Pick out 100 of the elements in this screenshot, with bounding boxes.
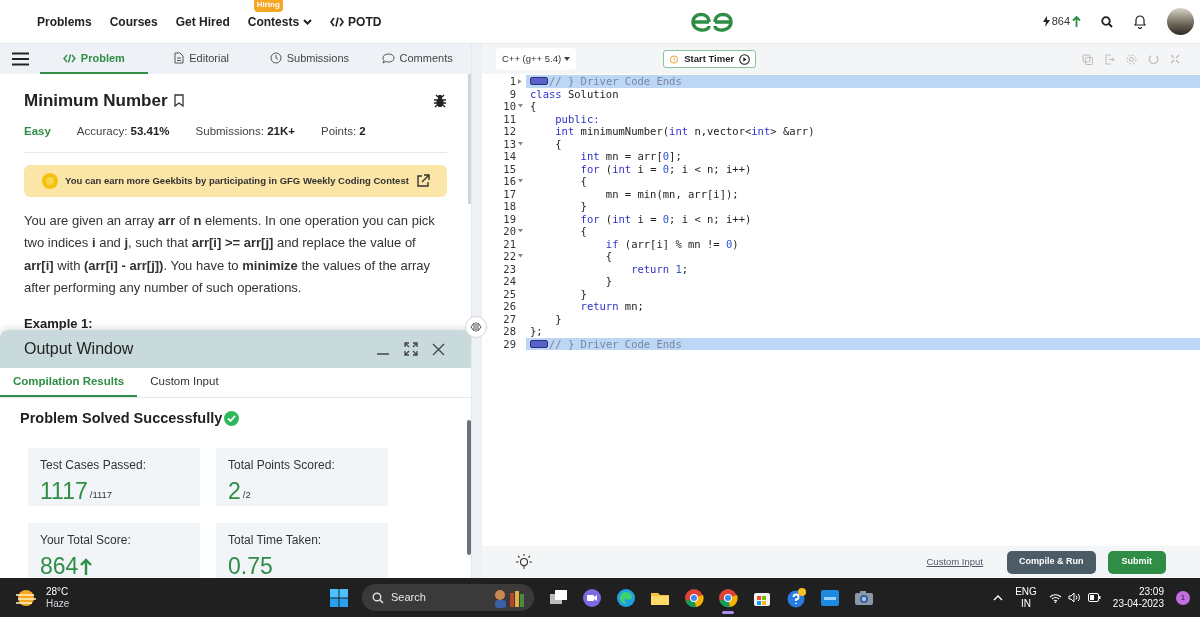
volume-icon[interactable]	[1067, 592, 1082, 603]
line-number: 14	[503, 150, 516, 163]
line-number: 21	[503, 237, 516, 250]
browser-icon[interactable]	[616, 587, 636, 608]
arrow-up-icon	[1072, 16, 1081, 27]
fold-arrow-icon[interactable]	[518, 179, 523, 184]
contest-banner[interactable]: You can earn more Geekbits by participating in GFG Weekly Coding Contest	[24, 164, 447, 197]
fold-arrow-icon[interactable]	[518, 104, 523, 109]
line-number: 22	[503, 250, 516, 263]
scrollbar-thumb[interactable]	[467, 420, 471, 555]
stat-total: /1117	[89, 487, 113, 502]
bug-icon[interactable]	[433, 93, 447, 108]
comment-icon	[381, 52, 395, 64]
problem-tab[interactable]: Submissions	[255, 44, 364, 74]
stat-value: 0.75	[228, 552, 273, 578]
line-number: 29	[503, 337, 516, 350]
expand-icon[interactable]	[404, 342, 418, 356]
weather-condition: Haze	[46, 597, 70, 610]
success-message: Problem Solved Successfully	[20, 409, 223, 428]
problem-tab[interactable]: Editorial	[147, 44, 256, 74]
line-number: 17	[503, 187, 516, 200]
geekbits-count: 864	[1051, 14, 1070, 30]
browser-icon[interactable]	[684, 587, 704, 608]
arrow-up-icon	[80, 557, 93, 576]
help-icon[interactable]	[786, 587, 806, 608]
output-window-title: Output Window	[24, 339, 134, 359]
app-icon[interactable]	[820, 587, 840, 608]
stat-label: Total Time Taken:	[228, 531, 323, 549]
search-icon[interactable]	[1101, 15, 1113, 28]
problem-tab[interactable]: Problem	[40, 44, 148, 74]
submit-button[interactable]: Submit	[1107, 550, 1166, 574]
fold-arrow-icon[interactable]	[518, 254, 523, 259]
nav-link[interactable]: Problems	[37, 12, 92, 31]
search-placeholder: Search	[391, 590, 426, 606]
fold-arrow-icon[interactable]	[518, 229, 523, 234]
line-number: 24	[503, 275, 516, 288]
folded-code-marker[interactable]	[530, 339, 548, 348]
browser-icon[interactable]	[718, 587, 738, 608]
compile-run-button[interactable]: Compile & Run	[1007, 550, 1096, 574]
language-code: ENG	[1015, 585, 1037, 598]
wifi-icon[interactable]	[1048, 592, 1062, 603]
nav-link[interactable]: Contests	[247, 12, 313, 31]
problem-description: You are given an array arr of n elements. In one operation you can pick two indices i and j, such that arr[i] >= arr[j] and replace the value of arr[i] with (arr[i] - arr[j]). You have to minimize the values of the array after performing any number of such operations.	[24, 211, 436, 298]
fold-arrow-icon[interactable]	[518, 141, 523, 146]
search-icon	[372, 591, 384, 604]
output-tab[interactable]: Custom Input	[137, 368, 232, 397]
chevron-down-icon	[303, 18, 313, 25]
taskbar-search-field[interactable]: Search	[362, 584, 534, 611]
line-number: 1	[509, 75, 516, 88]
code-icon	[62, 53, 76, 63]
problem-title: Minimum Number	[24, 90, 168, 112]
stat-label: Test Cases Passed:	[40, 456, 148, 474]
code-line: mn = min(mn, arr[i]);	[604, 187, 739, 200]
code-line: class Solution	[530, 87, 619, 100]
problem-tab[interactable]: Comments	[363, 44, 471, 74]
start-timer-button[interactable]: Start Timer	[663, 50, 757, 68]
video-chat-icon[interactable]	[582, 587, 602, 608]
folded-code-marker[interactable]	[530, 77, 548, 86]
nav-link[interactable]: POTD	[330, 12, 382, 31]
code-line: }	[604, 275, 613, 288]
region-code: IN	[1021, 597, 1031, 610]
temperature: 28°C	[46, 585, 70, 598]
search-highlight-icon	[492, 587, 526, 608]
line-number: 11	[503, 112, 516, 125]
weather-haze-icon[interactable]	[14, 587, 38, 608]
menu-icon[interactable]	[11, 52, 29, 66]
line-number: 15	[503, 162, 516, 175]
clock-date: 23-04-2023	[1112, 597, 1164, 610]
fold-arrow-icon[interactable]	[518, 78, 522, 84]
language-dropdown[interactable]: C++ (g++ 5.4)	[496, 48, 577, 70]
battery-icon[interactable]	[1087, 593, 1101, 602]
close-icon[interactable]	[432, 342, 445, 356]
hiring-badge: Hiring	[253, 0, 283, 12]
lightning-icon	[1042, 16, 1050, 27]
lightbulb-icon[interactable]	[516, 553, 532, 571]
stat-label: Total Points Scored:	[228, 456, 336, 474]
start-icon[interactable]	[330, 588, 348, 607]
code-line: {	[530, 100, 537, 113]
document-icon	[174, 52, 185, 64]
code-line: }	[554, 312, 562, 325]
nav-link[interactable]: Courses	[109, 12, 158, 31]
line-number: 26	[503, 300, 516, 313]
custom-input-link[interactable]: Custom Input	[926, 554, 983, 570]
avatar[interactable]	[1167, 8, 1194, 35]
code-line: for (int i = 0; i < n; i++)	[579, 162, 752, 175]
code-line: public:	[554, 112, 600, 125]
code-line: // } Driver Code Ends	[549, 75, 682, 88]
stat-value: 2	[228, 477, 241, 504]
alarm-clock-icon	[669, 54, 680, 64]
line-number: 20	[503, 225, 516, 238]
coin-icon	[42, 172, 58, 189]
check-circle-icon	[224, 411, 240, 427]
output-tab[interactable]: Compilation Results	[0, 368, 138, 397]
line-number: 28	[503, 325, 516, 338]
notification-badge[interactable]: 1	[1176, 590, 1190, 605]
code-line: // } Driver Code Ends	[549, 337, 682, 350]
chevron-up-icon[interactable]	[993, 594, 1004, 601]
nav-link[interactable]: Get Hired	[175, 12, 230, 31]
bell-icon[interactable]	[1133, 14, 1147, 29]
bookmark-icon[interactable]	[173, 94, 184, 108]
